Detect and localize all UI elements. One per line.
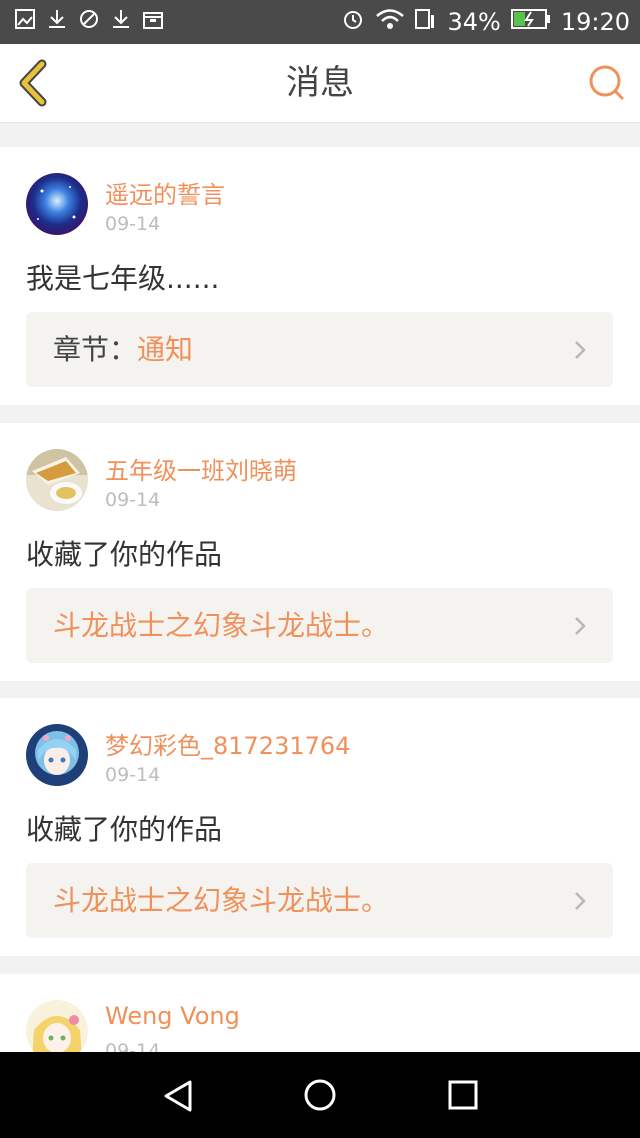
message-text: 收藏了你的作品	[26, 538, 223, 571]
avatar[interactable]	[26, 449, 88, 511]
search-button[interactable]	[586, 62, 626, 102]
message-text: 我是七年级......	[26, 262, 220, 295]
home-circle-icon[interactable]	[302, 1077, 338, 1113]
back-button[interactable]	[14, 58, 54, 108]
reference-label: 章节：	[53, 333, 138, 366]
username[interactable]: 梦幻彩色_817231764	[105, 726, 350, 761]
notification-icons	[14, 8, 164, 30]
clock-time: 19:20	[560, 8, 630, 36]
avatar[interactable]	[26, 724, 88, 786]
reference-link[interactable]: 斗龙战士之幻象斗龙战士。	[26, 863, 613, 938]
at-sign-icon	[78, 8, 100, 30]
message-card: 遥远的誓言 09-14 我是七年级...... 章节：通知	[0, 147, 640, 405]
page-title: 消息	[286, 63, 354, 103]
alarm-icon	[341, 7, 365, 37]
message-card: 梦幻彩色_817231764 09-14 收藏了你的作品 斗龙战士之幻象斗龙战士…	[0, 698, 640, 956]
sim-signal-icon	[415, 7, 437, 37]
status-bar: 34% 19:20	[0, 0, 640, 44]
chevron-left-icon	[19, 59, 47, 107]
chevron-right-icon	[575, 617, 586, 635]
chevron-right-icon	[575, 892, 586, 910]
reference-link[interactable]: 斗龙战士之幻象斗龙战士。	[26, 588, 613, 663]
message-card: Weng Vong 09-14	[0, 974, 640, 1052]
battery-icon	[510, 8, 551, 36]
wifi-icon	[375, 7, 405, 37]
message-card: 五年级一班刘晓萌 09-14 收藏了你的作品 斗龙战士之幻象斗龙战士。	[0, 423, 640, 681]
username[interactable]: 五年级一班刘晓萌	[105, 451, 297, 486]
message-list[interactable]: 遥远的誓言 09-14 我是七年级...... 章节：通知 五年级一班刘晓萌 0…	[0, 122, 640, 1052]
reference-title: 斗龙战士之幻象斗龙战士。	[53, 884, 390, 917]
avatar[interactable]	[26, 173, 88, 235]
download-icon	[110, 8, 132, 30]
header: 消息	[0, 44, 640, 123]
image-icon	[14, 8, 36, 30]
search-icon	[589, 65, 624, 100]
username[interactable]: 遥远的誓言	[105, 175, 225, 210]
recents-square-icon[interactable]	[446, 1078, 480, 1112]
avatar[interactable]	[26, 1000, 88, 1052]
message-text: 收藏了你的作品	[26, 813, 223, 846]
reference-title: 斗龙战士之幻象斗龙战士。	[53, 609, 390, 642]
reference-title: 通知	[137, 333, 194, 366]
back-triangle-icon[interactable]	[160, 1078, 196, 1114]
message-date: 09-14	[105, 1040, 161, 1052]
username[interactable]: Weng Vong	[105, 1002, 240, 1030]
message-date: 09-14	[105, 489, 161, 511]
package-icon	[142, 8, 164, 30]
download-icon	[46, 8, 68, 30]
reference-link[interactable]: 章节：通知	[26, 312, 613, 387]
chevron-right-icon	[575, 341, 586, 359]
navigation-bar	[0, 1052, 640, 1138]
message-date: 09-14	[105, 213, 161, 235]
battery-percent: 34%	[447, 8, 501, 36]
message-date: 09-14	[105, 764, 161, 786]
